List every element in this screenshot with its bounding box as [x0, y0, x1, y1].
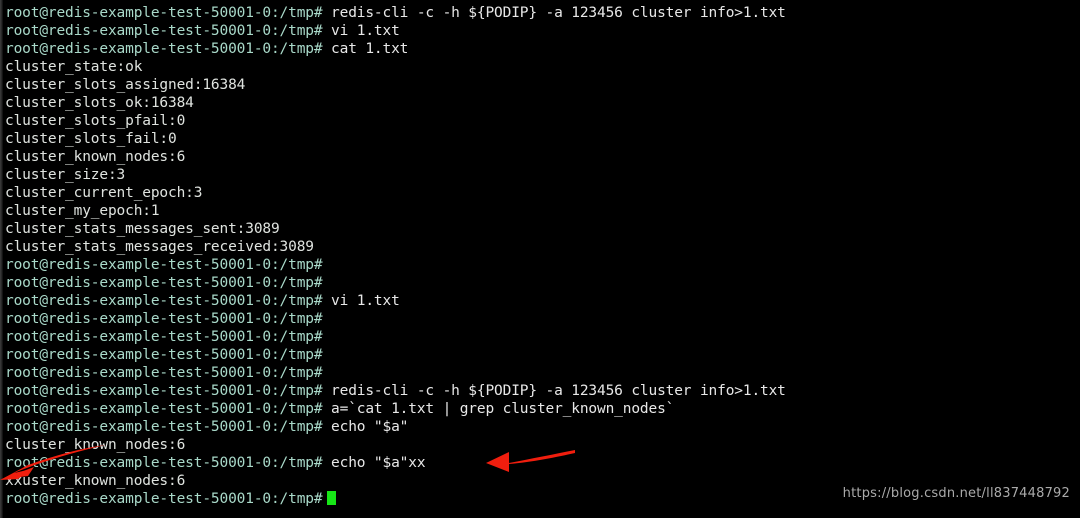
output-text: cluster_current_epoch:3 — [5, 185, 203, 201]
output-text: cluster_slots_ok:16384 — [5, 95, 194, 111]
output-text: xxuster_known_nodes:6 — [5, 473, 186, 489]
shell-prompt: root@redis-example-test-50001-0:/tmp# — [5, 311, 323, 327]
terminal-output-line: cluster_slots_fail:0 — [5, 130, 1075, 148]
command-text: cat 1.txt — [322, 41, 409, 57]
command-text: redis-cli -c -h ${PODIP} -a 123456 clust… — [322, 5, 786, 21]
output-text: cluster_slots_pfail:0 — [5, 113, 186, 129]
terminal-output-line: cluster_state:ok — [5, 58, 1075, 76]
command-text: echo "$a"xx — [322, 455, 426, 471]
terminal-window[interactable]: root@redis-example-test-50001-0:/tmp# re… — [0, 0, 1080, 518]
terminal-command-line: root@redis-example-test-50001-0:/tmp# ca… — [5, 40, 1075, 58]
shell-prompt: root@redis-example-test-50001-0:/tmp# — [5, 23, 323, 39]
output-text: cluster_slots_assigned:16384 — [5, 77, 246, 93]
terminal-output-line: cluster_current_epoch:3 — [5, 184, 1075, 202]
terminal-output-line: cluster_slots_assigned:16384 — [5, 76, 1075, 94]
terminal-output-line: cluster_stats_messages_sent:3089 — [5, 220, 1075, 238]
csdn-watermark: https://blog.csdn.net/ll837448792 — [842, 486, 1070, 501]
terminal-command-line: root@redis-example-test-50001-0:/tmp# — [5, 274, 1075, 292]
terminal-output-line: cluster_size:3 — [5, 166, 1075, 184]
terminal-command-line: root@redis-example-test-50001-0:/tmp# vi… — [5, 22, 1075, 40]
output-text: cluster_size:3 — [5, 167, 126, 183]
shell-prompt: root@redis-example-test-50001-0:/tmp# — [5, 329, 323, 345]
output-text: cluster_stats_messages_received:3089 — [5, 239, 314, 255]
output-text: cluster_known_nodes:6 — [5, 149, 186, 165]
terminal-output-line: cluster_slots_pfail:0 — [5, 112, 1075, 130]
terminal-command-line: root@redis-example-test-50001-0:/tmp# ec… — [5, 418, 1075, 436]
output-text: cluster_state:ok — [5, 59, 143, 75]
command-text: a=`cat 1.txt | grep cluster_known_nodes` — [322, 401, 675, 417]
command-text: echo "$a" — [322, 419, 409, 435]
shell-prompt: root@redis-example-test-50001-0:/tmp# — [5, 455, 323, 471]
command-text: redis-cli -c -h ${PODIP} -a 123456 clust… — [322, 383, 786, 399]
output-text: cluster_slots_fail:0 — [5, 131, 177, 147]
terminal-command-line: root@redis-example-test-50001-0:/tmp# — [5, 346, 1075, 364]
shell-prompt: root@redis-example-test-50001-0:/tmp# — [5, 401, 323, 417]
shell-prompt: root@redis-example-test-50001-0:/tmp# — [5, 491, 323, 507]
terminal-command-line: root@redis-example-test-50001-0:/tmp# — [5, 364, 1075, 382]
output-text: cluster_my_epoch:1 — [5, 203, 160, 219]
terminal-output-line: cluster_stats_messages_received:3089 — [5, 238, 1075, 256]
terminal-command-line: root@redis-example-test-50001-0:/tmp# — [5, 310, 1075, 328]
output-text: cluster_stats_messages_sent:3089 — [5, 221, 280, 237]
command-text: vi 1.txt — [322, 293, 400, 309]
shell-prompt: root@redis-example-test-50001-0:/tmp# — [5, 5, 323, 21]
shell-prompt: root@redis-example-test-50001-0:/tmp# — [5, 257, 323, 273]
shell-prompt: root@redis-example-test-50001-0:/tmp# — [5, 365, 323, 381]
shell-prompt: root@redis-example-test-50001-0:/tmp# — [5, 347, 323, 363]
shell-prompt: root@redis-example-test-50001-0:/tmp# — [5, 293, 323, 309]
shell-prompt: root@redis-example-test-50001-0:/tmp# — [5, 419, 323, 435]
shell-prompt: root@redis-example-test-50001-0:/tmp# — [5, 383, 323, 399]
terminal-command-line: root@redis-example-test-50001-0:/tmp# — [5, 328, 1075, 346]
terminal-screen[interactable]: root@redis-example-test-50001-0:/tmp# re… — [5, 4, 1075, 508]
terminal-output-line: cluster_known_nodes:6 — [5, 436, 1075, 454]
output-text: cluster_known_nodes:6 — [5, 437, 186, 453]
terminal-command-line: root@redis-example-test-50001-0:/tmp# re… — [5, 382, 1075, 400]
command-text: vi 1.txt — [322, 23, 400, 39]
shell-prompt: root@redis-example-test-50001-0:/tmp# — [5, 275, 323, 291]
terminal-command-line: root@redis-example-test-50001-0:/tmp# vi… — [5, 292, 1075, 310]
shell-prompt: root@redis-example-test-50001-0:/tmp# — [5, 41, 323, 57]
terminal-command-line: root@redis-example-test-50001-0:/tmp# a=… — [5, 400, 1075, 418]
terminal-command-line: root@redis-example-test-50001-0:/tmp# — [5, 256, 1075, 274]
terminal-output-line: cluster_known_nodes:6 — [5, 148, 1075, 166]
text-cursor — [327, 491, 337, 505]
window-left-edge — [0, 0, 3, 518]
terminal-command-line: root@redis-example-test-50001-0:/tmp# ec… — [5, 454, 1075, 472]
terminal-command-line: root@redis-example-test-50001-0:/tmp# re… — [5, 4, 1075, 22]
terminal-output-line: cluster_slots_ok:16384 — [5, 94, 1075, 112]
terminal-output-line: cluster_my_epoch:1 — [5, 202, 1075, 220]
